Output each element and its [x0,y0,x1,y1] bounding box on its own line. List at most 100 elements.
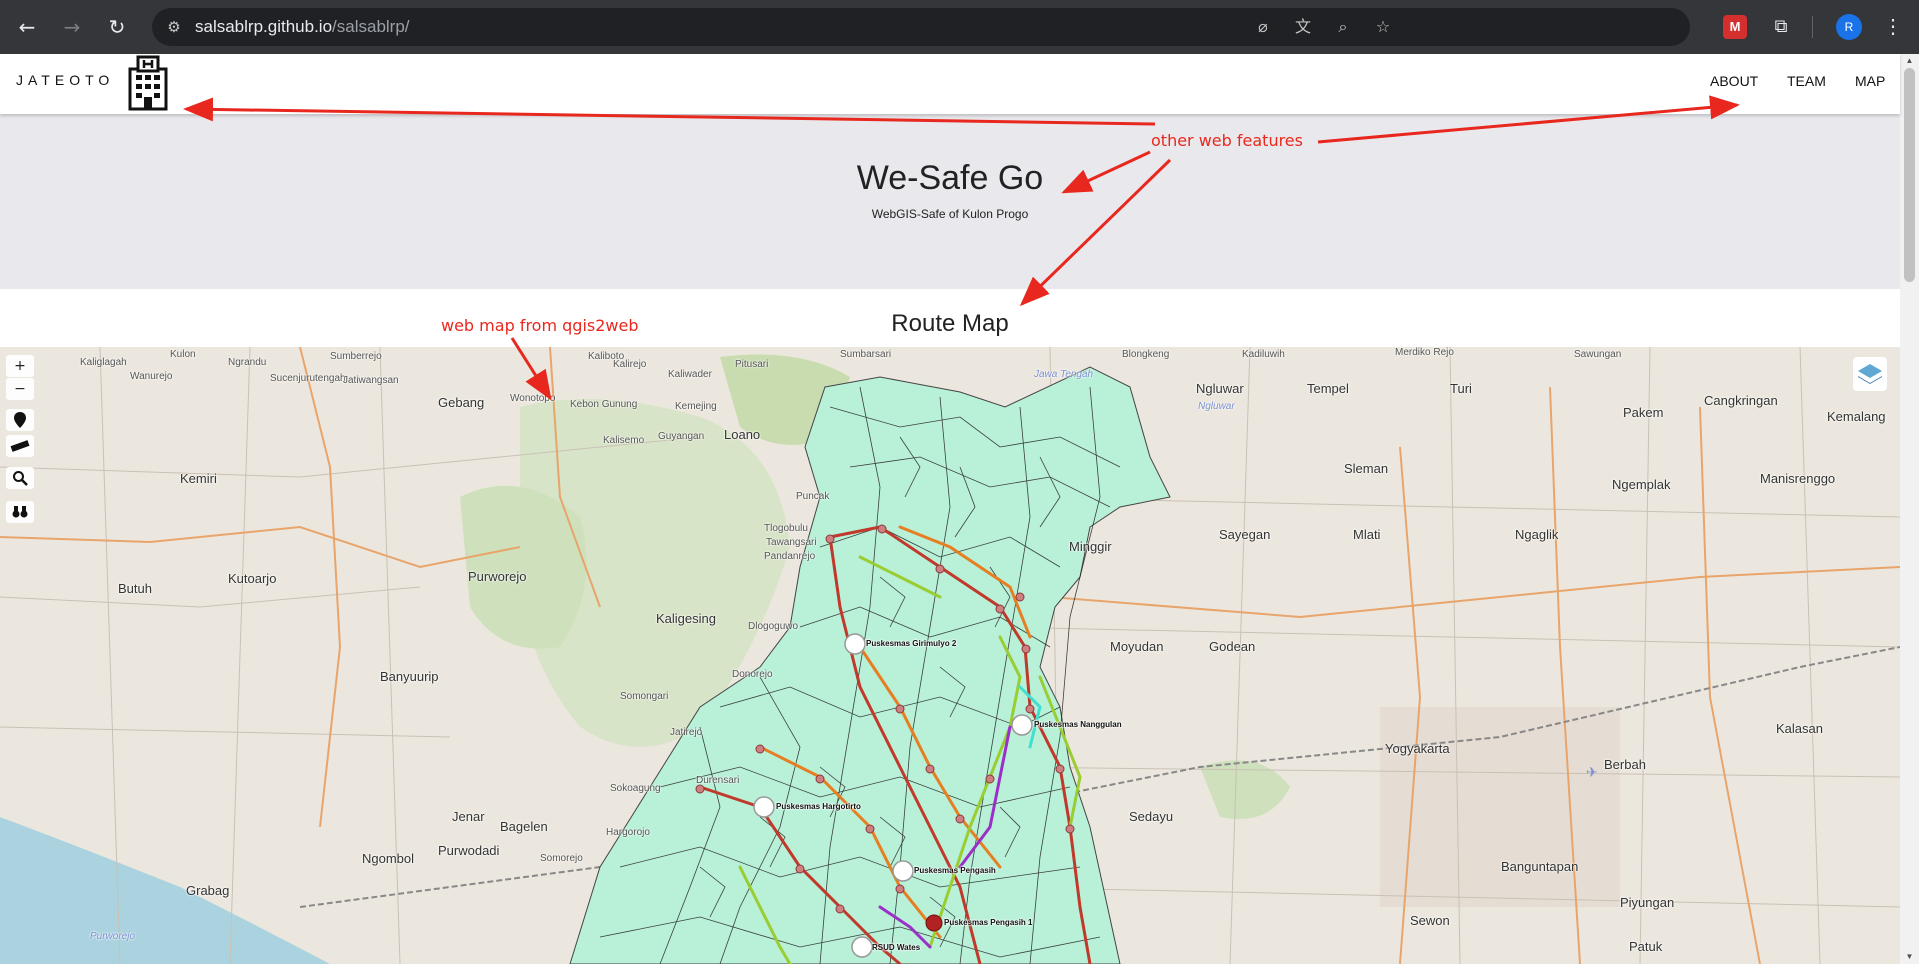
poi-label: Puskesmas Girimulyo 2 [866,639,957,648]
svg-text:✈: ✈ [1586,765,1598,781]
map-label: Ngemplak [1612,477,1671,492]
extensions-puzzle-icon[interactable]: ⧉ [1766,12,1796,42]
brand-name[interactable]: JATEOTO [16,72,114,88]
map-label: Sokoagung [610,783,661,794]
browser-menu-icon[interactable]: ⋮ [1881,12,1905,42]
map-label: Piyungan [1620,895,1675,910]
bookmark-star-icon[interactable]: ☆ [1372,16,1394,38]
site-settings-icon[interactable]: ⚙ [164,17,184,37]
map-label: Kaliglagah [80,357,127,368]
translate-icon[interactable]: 文 [1292,16,1314,38]
map-label: Merdiko Rejo [1395,347,1454,358]
map-label: Guyangan [658,431,705,442]
map-label: Sucenjurutengah [270,373,346,384]
map-label: Donorejo [732,669,773,680]
map-label: Banyuurip [380,669,439,684]
search-icon[interactable] [6,467,34,489]
layers-switcher-icon[interactable] [1853,357,1887,391]
map-label: Turi [1450,381,1472,396]
scrollbar-thumb[interactable] [1904,68,1915,282]
map-label-region: Jawa Tengah [1034,369,1094,380]
binoculars-icon[interactable] [6,501,34,523]
map-label: Dlogoguwo [748,621,799,632]
poi-label: Puskesmas Hargotirto [776,802,861,811]
map-label: Somorejo [540,853,583,864]
map-label: Gebang [438,395,485,410]
map-label: Sayegan [1219,527,1271,542]
page-scrollbar[interactable]: ▲ ▼ [1900,54,1919,964]
poi-label: Puskesmas Pengasih [914,866,996,875]
page-title: We-Safe Go [856,159,1044,197]
annotation-other-web-features: other web features [1151,131,1303,150]
map-label-region: Ngluwar [1198,401,1235,412]
map-label: Pandanrejo [764,551,816,562]
map-label: Somongari [620,691,669,702]
map-label: Ngluwar [1196,381,1244,396]
page-subtitle: WebGIS-Safe of Kulon Progo [871,207,1029,221]
poi-label: Puskesmas Pengasih 1 [944,918,1033,927]
map-label: Kaliwader [668,369,712,380]
map-label: Kalisemo [603,435,645,446]
browser-toolbar: ← → ↻ ⚙ salsablrp.github.io/salsablrp/ ⌀… [0,0,1919,54]
map-label: Yogyakarta [1385,741,1450,756]
address-bar[interactable]: ⚙ salsablrp.github.io/salsablrp/ ⌀ 文 ⌕ ☆ [152,8,1690,46]
url-text[interactable]: salsablrp.github.io/salsablrp/ [195,17,410,37]
reload-icon[interactable]: ↻ [102,12,132,42]
map-label: Kebon Gunung [570,399,638,410]
map-label: Wonotopo [510,393,556,404]
map-label: Wanurejo [130,371,173,382]
map-label: Sumberrejo [330,351,382,362]
nav-about[interactable]: ABOUT [1710,73,1758,89]
map-label: Loano [724,427,761,442]
back-icon[interactable]: ← [12,12,42,42]
location-blocked-icon[interactable]: ⌀ [1252,16,1274,38]
map-label: Bagelen [500,819,548,834]
zoom-in-button[interactable]: + [6,355,34,377]
map-label: Butuh [118,581,152,596]
toolbar-divider [1812,16,1813,38]
map-label: Kalasan [1776,721,1823,736]
map-label-region: Purworejo [90,931,136,942]
map-label: Puncak [796,491,830,502]
map-label: Blongkeng [1122,349,1170,360]
map-label: Mlati [1353,527,1381,542]
map-label: Berbah [1604,757,1646,772]
poi-label: RSUD Wates [872,943,921,952]
nav-map[interactable]: MAP [1855,73,1885,89]
annotation-web-map: web map from qgis2web [441,316,639,335]
zoom-out-button[interactable]: − [6,378,34,400]
poi-label: Puskesmas Nanggulan [1034,720,1122,729]
extension-icon[interactable]: M [1723,15,1747,39]
map-label: Cangkringan [1704,393,1778,408]
web-map[interactable]: ✈ Kulon Kaliglagah Wanurejo Sucenjuruten… [0,347,1900,964]
scroll-down-icon[interactable]: ▼ [1904,952,1915,962]
map-label: Tempel [1307,381,1349,396]
map-label: Kalirejo [613,359,647,370]
map-label: Jenar [452,809,485,824]
map-label: Ngrandu [228,357,267,368]
map-label: Sleman [1344,461,1389,476]
zoom-icon[interactable]: ⌕ [1332,16,1354,38]
forward-icon[interactable]: → [57,12,87,42]
map-label: Manisrenggo [1760,471,1836,486]
profile-avatar[interactable]: R [1836,14,1862,40]
scroll-up-icon[interactable]: ▲ [1904,56,1915,66]
map-label: Kemiri [180,471,217,486]
geolocate-pin-icon[interactable] [6,409,34,431]
map-label: Tawangsari [766,537,817,548]
measure-ruler-icon[interactable] [6,435,34,457]
map-label: Kulon [170,349,196,360]
map-label: Moyudan [1110,639,1164,654]
map-label: Pakem [1623,405,1664,420]
map-label: Ngaglik [1515,527,1559,542]
map-label: Sumbarsari [840,349,892,360]
map-label: Sewon [1410,913,1450,928]
map-label: Kemalang [1827,409,1886,424]
nav-team[interactable]: TEAM [1787,73,1826,89]
map-label: Sawungan [1574,349,1622,360]
hero-section: We-Safe Go WebGIS-Safe of Kulon Progo [0,114,1900,289]
map-label: Jatirejo [670,727,703,738]
site-navbar: JATEOTO ABOUT TEAM MAP [0,54,1900,114]
map-label: Purworejo [468,569,527,584]
hospital-building-icon[interactable] [124,55,172,111]
